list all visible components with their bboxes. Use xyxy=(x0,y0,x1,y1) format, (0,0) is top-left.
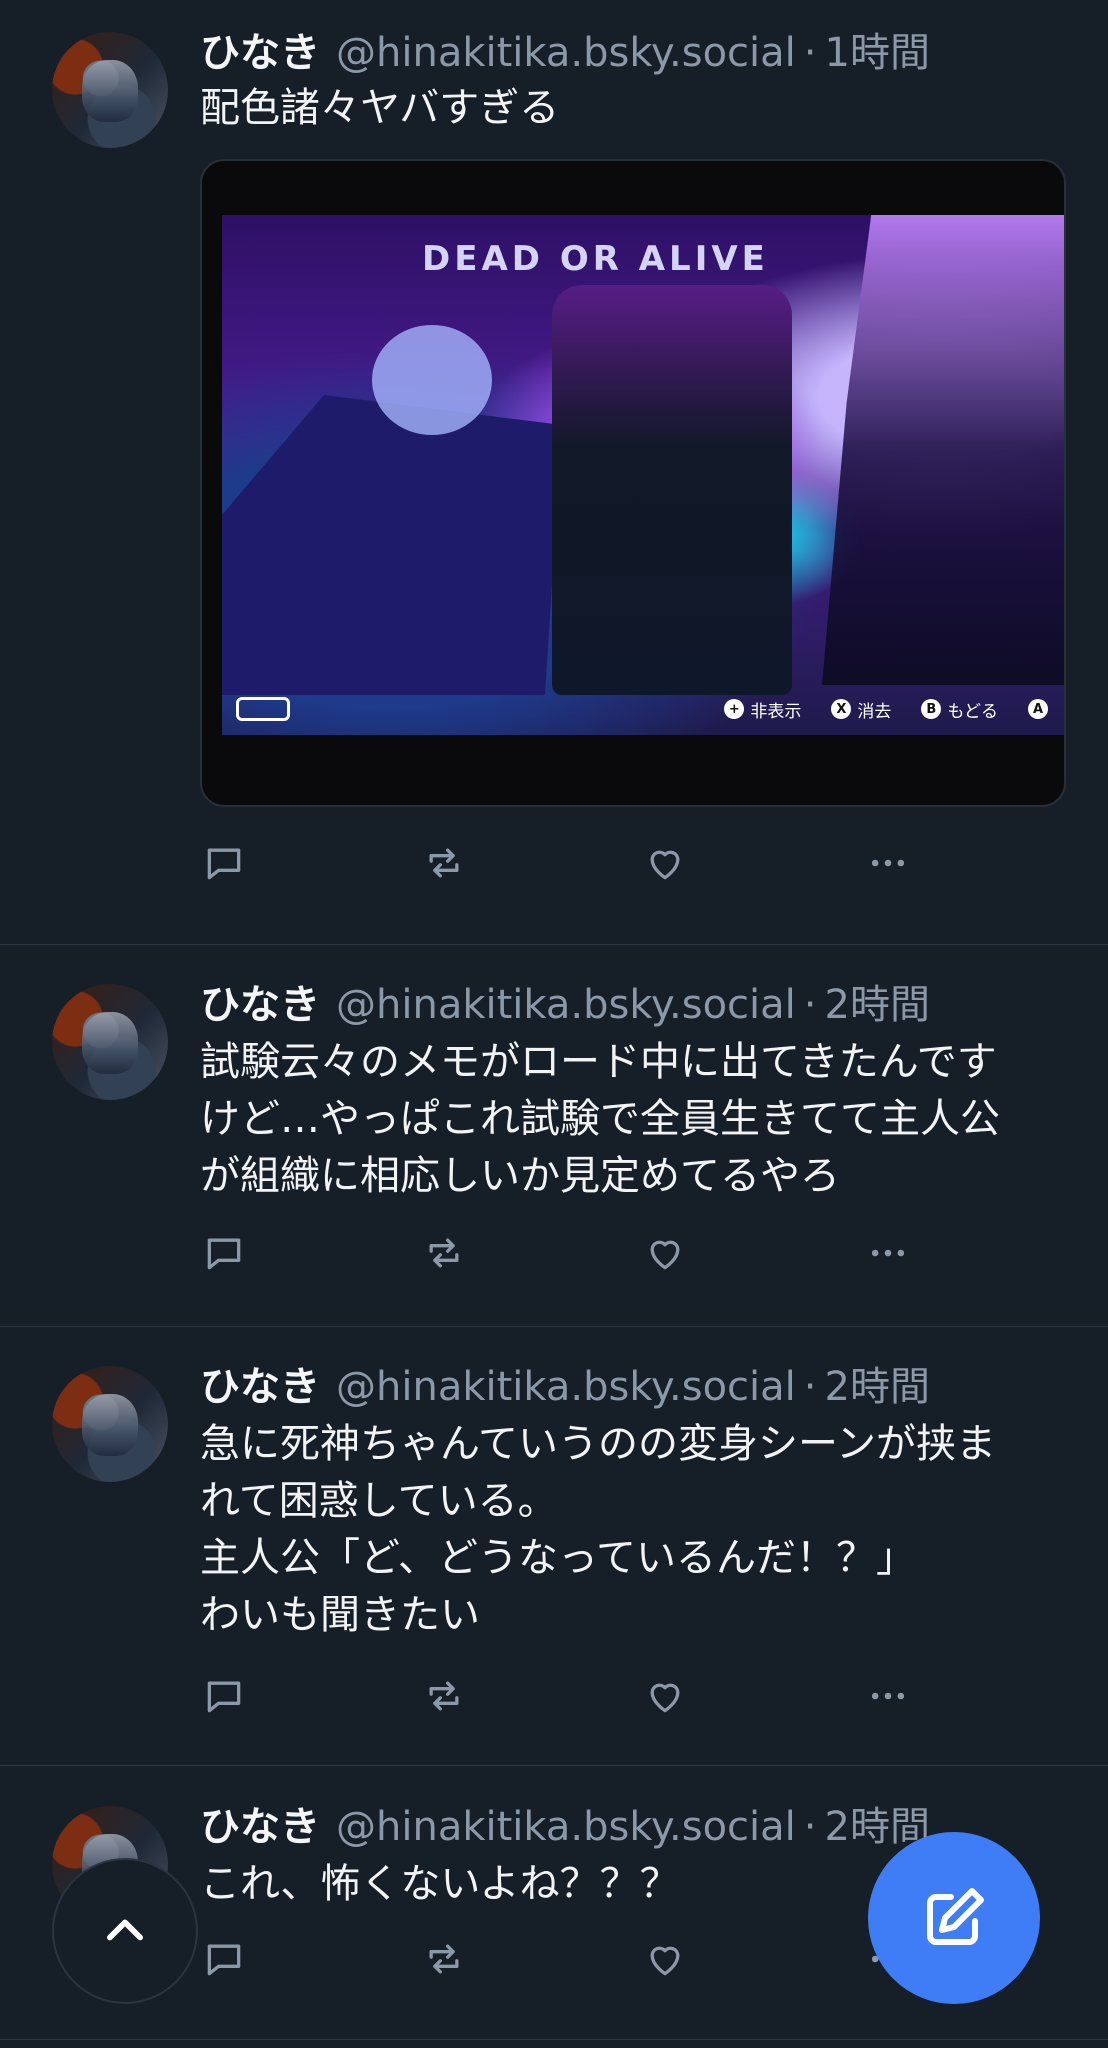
reply-icon xyxy=(207,1944,241,1976)
compose-icon xyxy=(927,1888,984,1945)
feed: ひなき @hinakitika.bsky.social · 1時間 配色諸々ヤバ… xyxy=(0,0,1108,2048)
scroll-to-top-button[interactable] xyxy=(52,1858,198,2004)
author-handle[interactable]: @hinakitika.bsky.social xyxy=(336,1800,796,1854)
post[interactable]: ひなき @hinakitika.bsky.social · 2時間 これ、怖くな… xyxy=(0,0,1108,2040)
repost-icon xyxy=(429,1944,459,1974)
like-button[interactable] xyxy=(641,1935,689,1983)
chevron-up-icon xyxy=(107,1919,143,1941)
heart-icon xyxy=(650,1946,680,1976)
compose-button[interactable] xyxy=(868,1832,1040,2004)
reply-button[interactable] xyxy=(200,1935,248,1983)
author-name[interactable]: ひなき xyxy=(200,1800,320,1854)
repost-button[interactable] xyxy=(420,1935,468,1983)
separator: · xyxy=(803,1804,817,1850)
